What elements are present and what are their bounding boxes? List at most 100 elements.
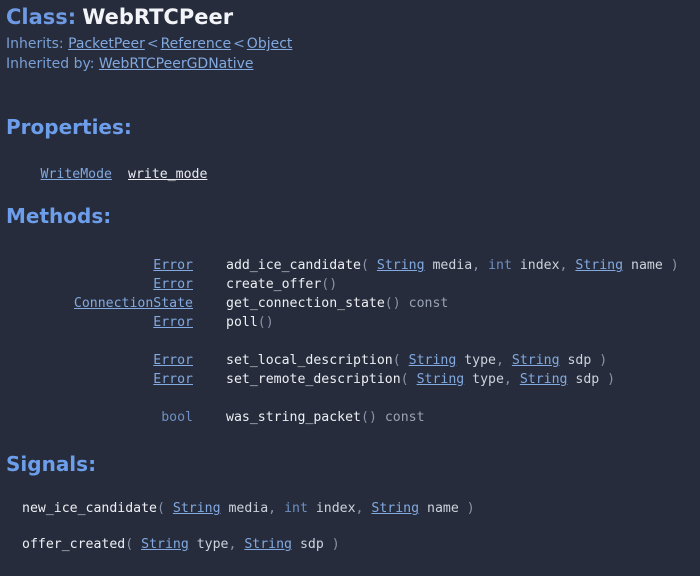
signal-name[interactable]: offer_created (22, 537, 125, 552)
paren-open: ( (360, 410, 369, 425)
paren-close: ) (466, 501, 475, 516)
arg-type-link-2[interactable]: String (575, 258, 623, 273)
arg-name: media (220, 501, 269, 516)
arg-comma: , (495, 353, 512, 368)
arg-name: type (456, 353, 496, 368)
arg-name: media (424, 258, 473, 273)
paren-close: ) (368, 410, 377, 425)
method-name[interactable]: set_local_description (226, 353, 393, 368)
arg-name: sdp (292, 537, 324, 552)
arg-comma: , (472, 258, 489, 273)
section-header-signals: Signals: (6, 452, 97, 476)
method-name[interactable]: was_string_packet (226, 410, 361, 425)
signal-row: offer_created( String type, String sdp ) (22, 535, 475, 554)
method-row: Error set_local_description( String type,… (0, 351, 679, 370)
methods-spacer (0, 389, 679, 408)
paren-close: ) (392, 296, 401, 311)
arg-comma: , (268, 501, 285, 516)
arg-comma: , (559, 258, 576, 273)
arg-name: index (511, 258, 560, 273)
properties-table: WriteMode write_mode (0, 165, 208, 184)
arg-comma: , (228, 537, 245, 552)
method-return-type[interactable]: ConnectionState (74, 296, 193, 311)
method-name[interactable]: create_offer (226, 277, 321, 292)
page-title: Class: WebRTCPeer (6, 4, 233, 30)
method-return-type-cell: bool (0, 408, 193, 427)
method-return-type: bool (161, 410, 193, 425)
paren-close: ) (265, 315, 274, 330)
method-signature: create_offer() (193, 275, 337, 294)
arg-type-builtin-1: int (488, 258, 512, 273)
method-return-type[interactable]: Error (153, 372, 193, 387)
method-name[interactable]: poll (226, 315, 258, 330)
method-return-type[interactable]: Error (153, 315, 193, 330)
paren-open: ( (384, 296, 393, 311)
arg-comma: , (355, 501, 372, 516)
section-header-methods: Methods: (6, 204, 112, 228)
methods-spacer (0, 332, 679, 351)
arg-type-link-1[interactable]: String (244, 537, 292, 552)
signal-row: new_ice_candidate( String media, int ind… (22, 499, 475, 518)
arg-type-link-1[interactable]: String (520, 372, 568, 387)
paren-open: ( (400, 372, 409, 387)
method-return-type[interactable]: Error (153, 258, 193, 273)
arg-type-link-0[interactable]: String (417, 372, 465, 387)
method-qualifier: const (376, 410, 425, 425)
method-return-type[interactable]: Error (153, 353, 193, 368)
arg-name: sdp (559, 353, 592, 368)
property-name[interactable]: write_mode (112, 165, 207, 184)
method-return-type-cell: Error (0, 313, 193, 332)
inherited-by-label: Inherited by: (6, 56, 95, 72)
method-row: ConnectionState get_connection_state() co… (0, 294, 679, 313)
method-name[interactable]: add_ice_candidate (226, 258, 361, 273)
class-keyword-label: Class: (6, 5, 77, 29)
arg-type-link-0[interactable]: String (409, 353, 457, 368)
paren-close: ) (670, 258, 679, 273)
property-row: WriteMode write_mode (0, 165, 208, 184)
arg-type-link-0[interactable]: String (173, 501, 221, 516)
method-return-type-cell: Error (0, 351, 193, 370)
method-row: Error poll() (0, 313, 679, 332)
method-return-type-cell: Error (0, 370, 193, 389)
arg-name: index (307, 501, 356, 516)
arg-name: name (419, 501, 459, 516)
paren-close: ) (331, 537, 340, 552)
method-row: Error create_offer() (0, 275, 679, 294)
paren-close: ) (607, 372, 616, 387)
method-name[interactable]: get_connection_state (226, 296, 385, 311)
inherited-by-link-webrtcpeergdnative[interactable]: WebRTCPeerGDNative (99, 56, 254, 72)
inherits-link-packetpeer[interactable]: PacketPeer (68, 36, 145, 52)
property-type-link: WriteMode (0, 165, 112, 184)
method-signature: poll() (193, 313, 274, 332)
arg-name: name (623, 258, 663, 273)
method-row: Error set_remote_description( String type… (0, 370, 679, 389)
inherits-link-object[interactable]: Object (247, 36, 293, 52)
signals-table: new_ice_candidate( String media, int ind… (22, 499, 475, 554)
method-signature: set_local_description( String type, Stri… (193, 351, 607, 370)
paren-open: ( (156, 501, 165, 516)
method-name[interactable]: set_remote_description (226, 372, 401, 387)
method-return-type[interactable]: Error (153, 277, 193, 292)
arg-type-link-2[interactable]: String (371, 501, 419, 516)
arg-type-link-0[interactable]: String (141, 537, 189, 552)
method-row: Error add_ice_candidate( String media, in… (0, 256, 679, 275)
method-signature: get_connection_state() const (193, 294, 448, 313)
inherits-link-reference[interactable]: Reference (161, 36, 232, 52)
method-signature: add_ice_candidate( String media, int ind… (193, 256, 679, 275)
arg-type-link-1[interactable]: String (512, 353, 560, 368)
arg-name: type (188, 537, 229, 552)
method-signature: set_remote_description( String type, Str… (193, 370, 615, 389)
inherited-by-row: Inherited by: WebRTCPeerGDNative (6, 54, 254, 74)
paren-open: ( (125, 537, 134, 552)
signal-name[interactable]: new_ice_candidate (22, 501, 157, 516)
inherits-label: Inherits: (6, 36, 64, 52)
method-return-type-cell: Error (0, 275, 193, 294)
arg-type-link-0[interactable]: String (377, 258, 425, 273)
paren-close: ) (329, 277, 338, 292)
inherits-separator-1: < (146, 36, 159, 52)
property-type[interactable]: WriteMode (41, 167, 112, 182)
arg-name: type (464, 372, 504, 387)
paren-close: ) (599, 353, 608, 368)
class-name: WebRTCPeer (82, 5, 234, 29)
method-signature: was_string_packet() const (193, 408, 425, 427)
